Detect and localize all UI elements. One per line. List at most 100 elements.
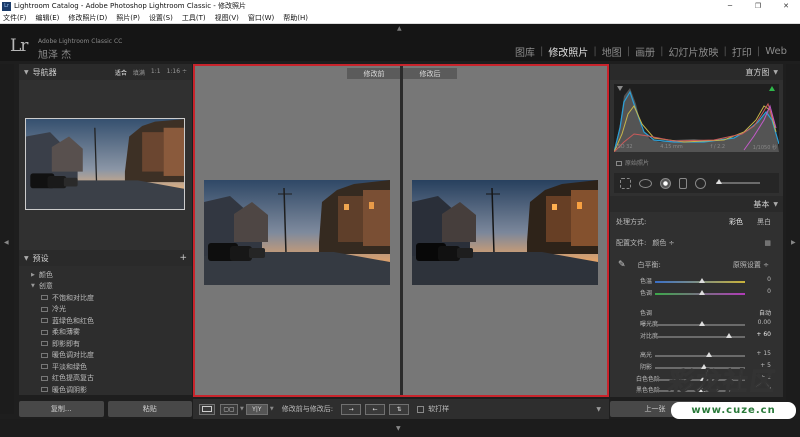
- paste-settings-button[interactable]: 粘贴: [107, 401, 192, 417]
- temp-slider[interactable]: [655, 278, 745, 283]
- original-photo-checkbox[interactable]: [616, 161, 622, 166]
- spot-removal-tool-icon[interactable]: [639, 178, 652, 188]
- zoom-1-1[interactable]: 1:1: [151, 68, 161, 77]
- menu-tools[interactable]: 工具(T): [182, 13, 206, 23]
- before-photo[interactable]: [204, 180, 390, 285]
- zoom-fit[interactable]: 适合: [115, 68, 127, 77]
- menu-help[interactable]: 帮助(H): [283, 13, 308, 23]
- arrow-left-icon: ←: [372, 405, 378, 413]
- preset-folder-label: 创意: [38, 282, 53, 291]
- menu-develop[interactable]: 修改照片(D): [68, 13, 107, 23]
- navigator-header[interactable]: ▼ 导航器 适合 填满 1:1 1:16 ÷: [19, 64, 192, 80]
- crop-tool-icon[interactable]: [620, 177, 631, 189]
- preset-folder-color[interactable]: ▶ 颜色: [19, 269, 192, 281]
- copy-after-to-before-button[interactable]: ←: [365, 403, 386, 415]
- treatment-color[interactable]: 彩色: [729, 217, 743, 227]
- collapse-triangle-icon: ▼: [24, 68, 29, 76]
- exposure-slider-knob[interactable]: [699, 321, 705, 326]
- brush-slider[interactable]: [716, 179, 760, 184]
- menu-settings[interactable]: 设置(S): [149, 13, 173, 23]
- toolbar-menu-icon[interactable]: ▼: [596, 406, 601, 413]
- module-book[interactable]: 画册: [630, 44, 660, 59]
- yy-mode-button[interactable]: Y|Y: [245, 403, 268, 415]
- lr-logo: Lr: [10, 36, 28, 56]
- loupe-view-button[interactable]: [199, 403, 215, 415]
- treatment-bw[interactable]: 黑白: [757, 217, 771, 227]
- profile-browser-icon[interactable]: ▦: [764, 239, 771, 247]
- tint-slider[interactable]: [655, 290, 745, 295]
- wb-select[interactable]: 原照设置 ÷: [733, 260, 769, 270]
- menu-photo[interactable]: 照片(P): [116, 13, 140, 23]
- compare-mode-button[interactable]: ▢▢: [220, 403, 238, 415]
- menu-file[interactable]: 文件(F): [3, 13, 27, 23]
- preset-item[interactable]: 冷光: [19, 304, 192, 316]
- basic-header[interactable]: 基本 ▼: [610, 196, 783, 212]
- tint-slider-knob[interactable]: [699, 290, 705, 295]
- module-map[interactable]: 地图: [597, 44, 627, 59]
- module-library[interactable]: 图库: [510, 44, 540, 59]
- preset-item[interactable]: 蓝绿色和红色: [19, 315, 192, 327]
- preset-icon: [41, 295, 48, 301]
- menu-window[interactable]: 窗口(W): [248, 13, 274, 23]
- collapse-top-icon[interactable]: ▲: [397, 25, 402, 32]
- menu-bar: 文件(F) 编辑(E) 修改照片(D) 照片(P) 设置(S) 工具(T) 视图…: [0, 12, 800, 24]
- preset-icon: [41, 306, 48, 312]
- contrast-slider-knob[interactable]: [726, 333, 732, 338]
- copy-before-to-after-button[interactable]: →: [341, 403, 362, 415]
- after-photo[interactable]: [412, 180, 598, 285]
- contrast-slider[interactable]: [655, 333, 745, 338]
- highlights-slider[interactable]: [655, 352, 745, 357]
- temp-value: 0: [767, 276, 771, 283]
- dropdown-icon[interactable]: ▼: [270, 406, 274, 412]
- profile-select[interactable]: 颜色 ÷: [652, 238, 674, 248]
- preset-item[interactable]: 平淡和绿色: [19, 361, 192, 373]
- menu-view[interactable]: 视图(V): [215, 13, 239, 23]
- exposure-slider[interactable]: [655, 321, 745, 326]
- minimize-button[interactable]: ─: [716, 0, 744, 12]
- module-print[interactable]: 打印: [727, 44, 757, 59]
- temp-label: 色温: [640, 278, 653, 285]
- module-web[interactable]: Web: [760, 46, 792, 57]
- preset-label: 暖色调阴影: [52, 385, 87, 394]
- compare-view: 修改前 修改后: [193, 64, 609, 397]
- preset-item[interactable]: 红色提高复古: [19, 373, 192, 385]
- preset-folder-creative[interactable]: ▼ 创意: [19, 281, 192, 293]
- highlights-slider-knob[interactable]: [706, 352, 712, 357]
- close-button[interactable]: ✕: [772, 0, 800, 12]
- watermark-text: 彩龙社区: [666, 367, 779, 397]
- brush-slider-knob[interactable]: [716, 179, 722, 184]
- collapse-bottom-icon[interactable]: ▼: [396, 425, 401, 432]
- red-eye-tool-icon[interactable]: [660, 177, 671, 189]
- module-slideshow[interactable]: 幻灯片放映: [663, 44, 723, 59]
- preset-item[interactable]: 不饱和对比度: [19, 292, 192, 304]
- zoom-1-16[interactable]: 1:16 ÷: [167, 68, 187, 77]
- temp-slider-knob[interactable]: [699, 278, 705, 283]
- maximize-button[interactable]: ❐: [744, 0, 772, 12]
- exif-info: ISO 32 4.15 mm f / 2.2 1/1050 秒: [616, 144, 777, 151]
- navigator-thumbnail[interactable]: [25, 118, 185, 210]
- menu-edit[interactable]: 编辑(E): [36, 13, 60, 23]
- histogram[interactable]: [614, 84, 779, 152]
- swap-button[interactable]: ⇅: [389, 403, 410, 415]
- preset-item[interactable]: 暖色调对比度: [19, 350, 192, 362]
- left-panel-toggle[interactable]: ◀: [0, 64, 14, 414]
- dropdown-icon[interactable]: ▼: [240, 406, 244, 412]
- arrow-right-icon: →: [348, 405, 354, 413]
- soft-proof-checkbox[interactable]: [417, 405, 425, 413]
- preset-item[interactable]: 暖色调阴影: [19, 384, 192, 396]
- preset-item[interactable]: 即影即有: [19, 338, 192, 350]
- original-photo-toggle[interactable]: 原始照片: [616, 158, 649, 167]
- radial-filter-icon[interactable]: [695, 177, 706, 189]
- module-develop[interactable]: 修改照片: [543, 44, 593, 59]
- zoom-fill[interactable]: 填满: [133, 68, 145, 77]
- tone-auto-button[interactable]: 自动: [759, 308, 771, 317]
- preset-item[interactable]: 柔和薄雾: [19, 327, 192, 339]
- aperture: f / 2.2: [710, 144, 726, 150]
- histogram-header[interactable]: 直方图 ▼: [610, 64, 783, 80]
- copy-settings-button[interactable]: 复制...: [19, 401, 104, 417]
- presets-header[interactable]: ▼ 预设 +: [19, 250, 192, 266]
- profile-row: 配置文件: 颜色 ÷ ▦: [610, 238, 783, 248]
- add-preset-icon[interactable]: +: [179, 253, 187, 263]
- eyedropper-icon[interactable]: ✎: [618, 260, 626, 270]
- graduated-filter-icon[interactable]: [679, 177, 687, 189]
